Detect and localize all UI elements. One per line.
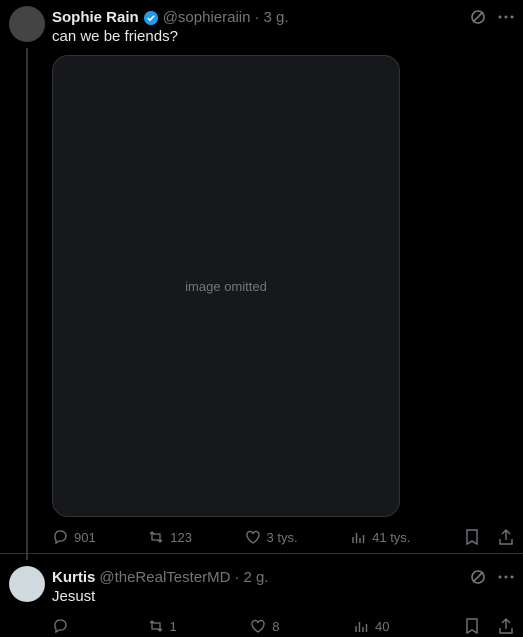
reply-header: Kurtis @theRealTesterMD · 2 g.	[52, 569, 268, 586]
verified-badge-icon	[143, 10, 158, 25]
reply-author-avatar[interactable]	[9, 566, 45, 602]
post-media-placeholder: image omitted	[52, 55, 400, 517]
reply-count: 901	[74, 529, 96, 545]
views-count: 40	[375, 618, 390, 634]
post-text: can we be friends?	[52, 28, 178, 45]
author-avatar[interactable]	[9, 6, 45, 42]
views-button[interactable]: 41 tys.	[350, 528, 410, 546]
reply-post[interactable]: Kurtis @theRealTesterMD · 2 g. Jesust 1 …	[0, 554, 523, 637]
repost-count: 123	[170, 529, 192, 545]
post-top-icons	[469, 8, 515, 26]
like-button[interactable]: 8	[250, 617, 280, 635]
repost-button[interactable]: 1	[148, 617, 177, 635]
separator-dot: ·	[254, 9, 260, 26]
more-options-icon[interactable]	[497, 568, 515, 586]
reply-button[interactable]: 901	[52, 528, 96, 546]
repost-count: 1	[169, 618, 177, 634]
views-icon	[355, 622, 368, 632]
reply-secondary-actions	[463, 617, 515, 635]
original-post[interactable]: Sophie Rain @sophieraiin · 3 g. can we b…	[0, 0, 523, 560]
views-icon	[352, 533, 365, 543]
reply-icon	[54, 530, 67, 545]
reply-text: Jesust	[52, 588, 96, 605]
reply-author-name[interactable]: Kurtis	[52, 569, 95, 586]
reply-time[interactable]: 2 g.	[243, 569, 268, 586]
like-icon	[251, 619, 265, 633]
post-header: Sophie Rain @sophieraiin · 3 g.	[52, 9, 289, 26]
reply-button[interactable]	[52, 617, 74, 635]
bookmark-icon[interactable]	[463, 528, 481, 546]
post-secondary-actions	[463, 528, 515, 546]
like-count: 8	[272, 618, 280, 634]
like-icon	[245, 530, 260, 544]
reply-author-handle[interactable]: @theRealTesterMD	[99, 569, 230, 586]
share-icon[interactable]	[497, 617, 515, 635]
views-count: 41 tys.	[372, 529, 411, 545]
like-count: 3 tys.	[266, 529, 298, 545]
post-actions: 901 123 3 tys. 41 tys.	[52, 528, 515, 546]
separator-dot: ·	[234, 569, 240, 586]
bookmark-icon[interactable]	[463, 617, 481, 635]
repost-icon	[149, 531, 163, 543]
reply-icon	[54, 619, 67, 634]
grok-icon[interactable]	[469, 8, 487, 26]
like-button[interactable]: 3 tys.	[245, 528, 298, 546]
author-name[interactable]: Sophie Rain	[52, 9, 139, 26]
share-icon[interactable]	[497, 528, 515, 546]
grok-icon[interactable]	[469, 568, 487, 586]
reply-top-icons	[469, 568, 515, 586]
thread-line	[26, 48, 28, 560]
more-options-icon[interactable]	[497, 8, 515, 26]
repost-button[interactable]: 123	[148, 528, 192, 546]
author-handle[interactable]: @sophieraiin	[163, 9, 251, 26]
views-button[interactable]: 40	[353, 617, 389, 635]
reply-actions: 1 8 40	[52, 617, 515, 635]
post-time[interactable]: 3 g.	[263, 9, 288, 26]
repost-icon	[149, 620, 162, 632]
